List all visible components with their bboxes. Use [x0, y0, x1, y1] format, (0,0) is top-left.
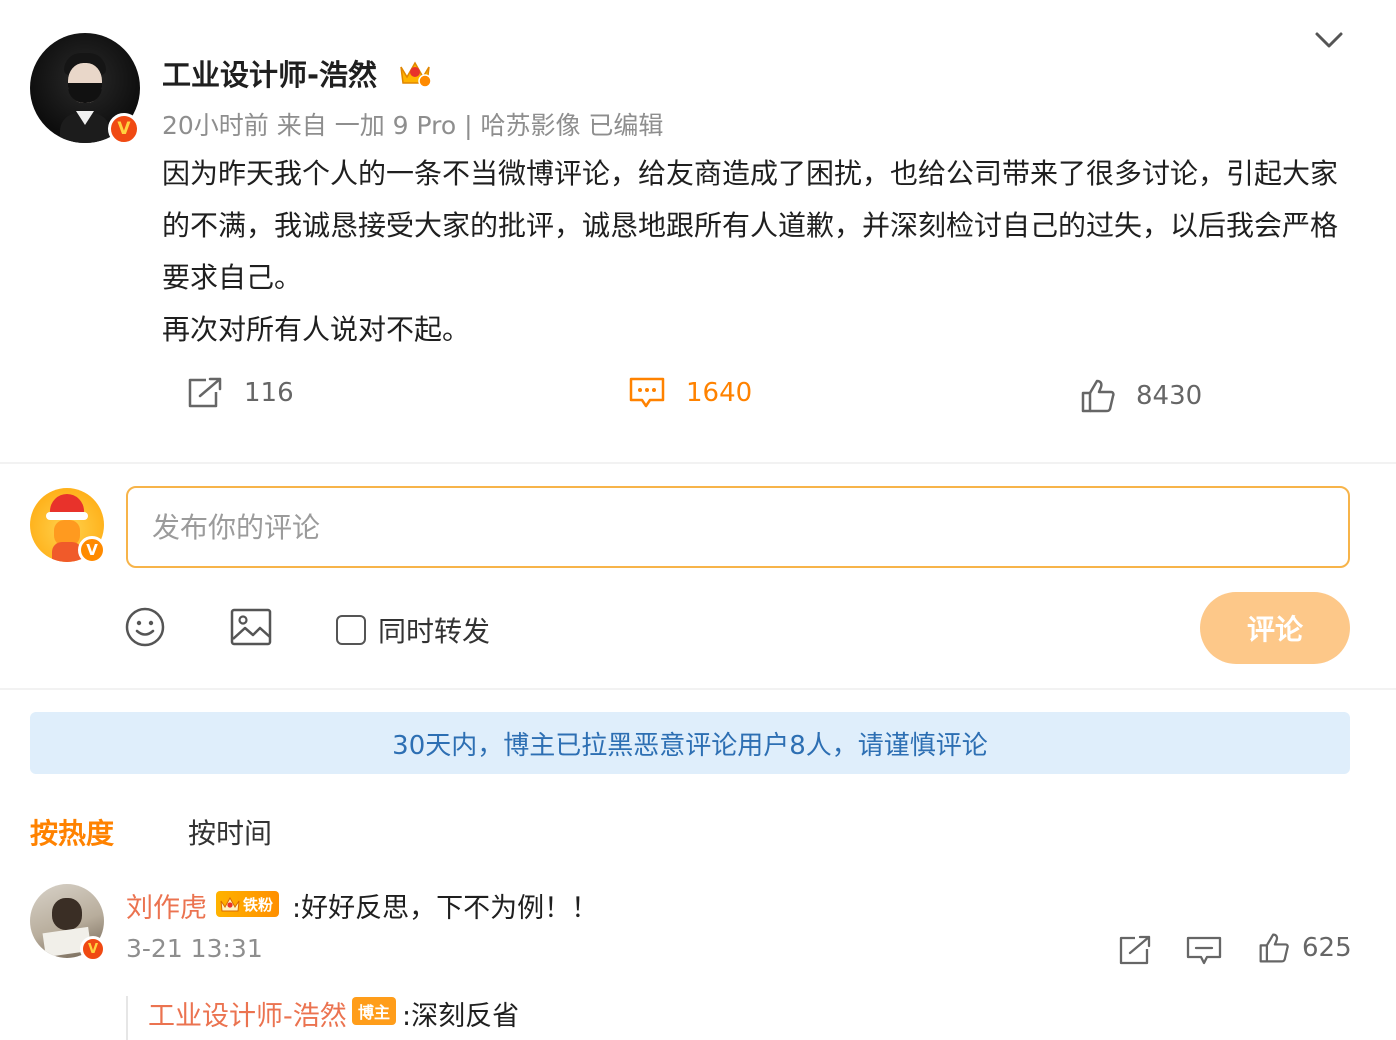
reply-text: :深刻反省	[402, 1001, 520, 1032]
verified-badge: V	[78, 536, 106, 564]
divider	[0, 688, 1396, 690]
crown-icon	[220, 896, 240, 912]
comment-like-button[interactable]: 625	[1258, 932, 1352, 964]
crown-icon[interactable]	[398, 57, 432, 87]
comment-time: 3-21 13:31	[126, 934, 263, 963]
fan-badge[interactable]: 铁粉	[216, 891, 280, 917]
repost-count: 116	[244, 378, 294, 408]
chevron-down-icon[interactable]	[1312, 28, 1346, 52]
sort-by-hot-tab[interactable]: 按热度	[30, 812, 114, 852]
post-paragraph: 因为昨天我个人的一条不当微博评论，给友商造成了困扰，也给公司带来了很多讨论，引起…	[162, 157, 1339, 294]
like-count: 8430	[1136, 381, 1203, 411]
repost-icon	[186, 376, 224, 410]
reply-author-name[interactable]: 工业设计师-浩然	[148, 994, 347, 1033]
verified-badge: V	[80, 936, 106, 962]
share-icon[interactable]	[1118, 934, 1152, 966]
post-meta: 20小时前 来自 一加 9 Pro | 哈苏影像 已编辑	[162, 111, 664, 140]
blocklist-notice: 30天内，博主已拉黑恶意评论用户8人，请谨慎评论	[30, 712, 1350, 774]
smiley-icon[interactable]	[124, 606, 166, 648]
avatar-mask	[68, 83, 102, 103]
comment-like-count: 625	[1302, 933, 1352, 963]
sort-by-time-tab[interactable]: 按时间	[188, 812, 272, 852]
post-paragraph: 再次对所有人说对不起。	[162, 313, 471, 346]
thumbs-up-icon	[1080, 378, 1116, 414]
fan-badge-label: 铁粉	[243, 895, 274, 914]
also-repost-label: 同时转发	[378, 615, 491, 648]
comment-button[interactable]: 1640	[628, 376, 752, 410]
avatar-head	[52, 898, 82, 930]
image-icon[interactable]	[230, 607, 272, 647]
author-name[interactable]: 工业设计师-浩然	[162, 52, 377, 94]
divider	[0, 462, 1396, 464]
post-body: 因为昨天我个人的一条不当微博评论，给友商造成了困扰，也给公司带来了很多讨论，引起…	[162, 148, 1352, 356]
avatar-hatband	[46, 512, 88, 520]
commenter-name[interactable]: 刘作虎	[126, 886, 207, 925]
comment-count: 1640	[686, 378, 753, 408]
repost-button[interactable]: 116	[186, 376, 294, 410]
also-repost-checkbox[interactable]: 同时转发	[336, 610, 490, 650]
like-button[interactable]: 8430	[1080, 378, 1202, 414]
submit-comment-button[interactable]: 评论	[1200, 592, 1350, 664]
reply-icon[interactable]	[1186, 936, 1222, 966]
comment-icon	[628, 376, 666, 410]
reply-rail	[126, 996, 128, 1040]
thumbs-up-icon	[1258, 932, 1290, 964]
checkbox[interactable]	[336, 615, 366, 645]
host-badge: 博主	[352, 997, 397, 1025]
comment-input[interactable]	[126, 486, 1350, 568]
comment-text: :好好反思，下不为例！！	[292, 893, 599, 924]
verified-badge: V	[108, 113, 140, 145]
